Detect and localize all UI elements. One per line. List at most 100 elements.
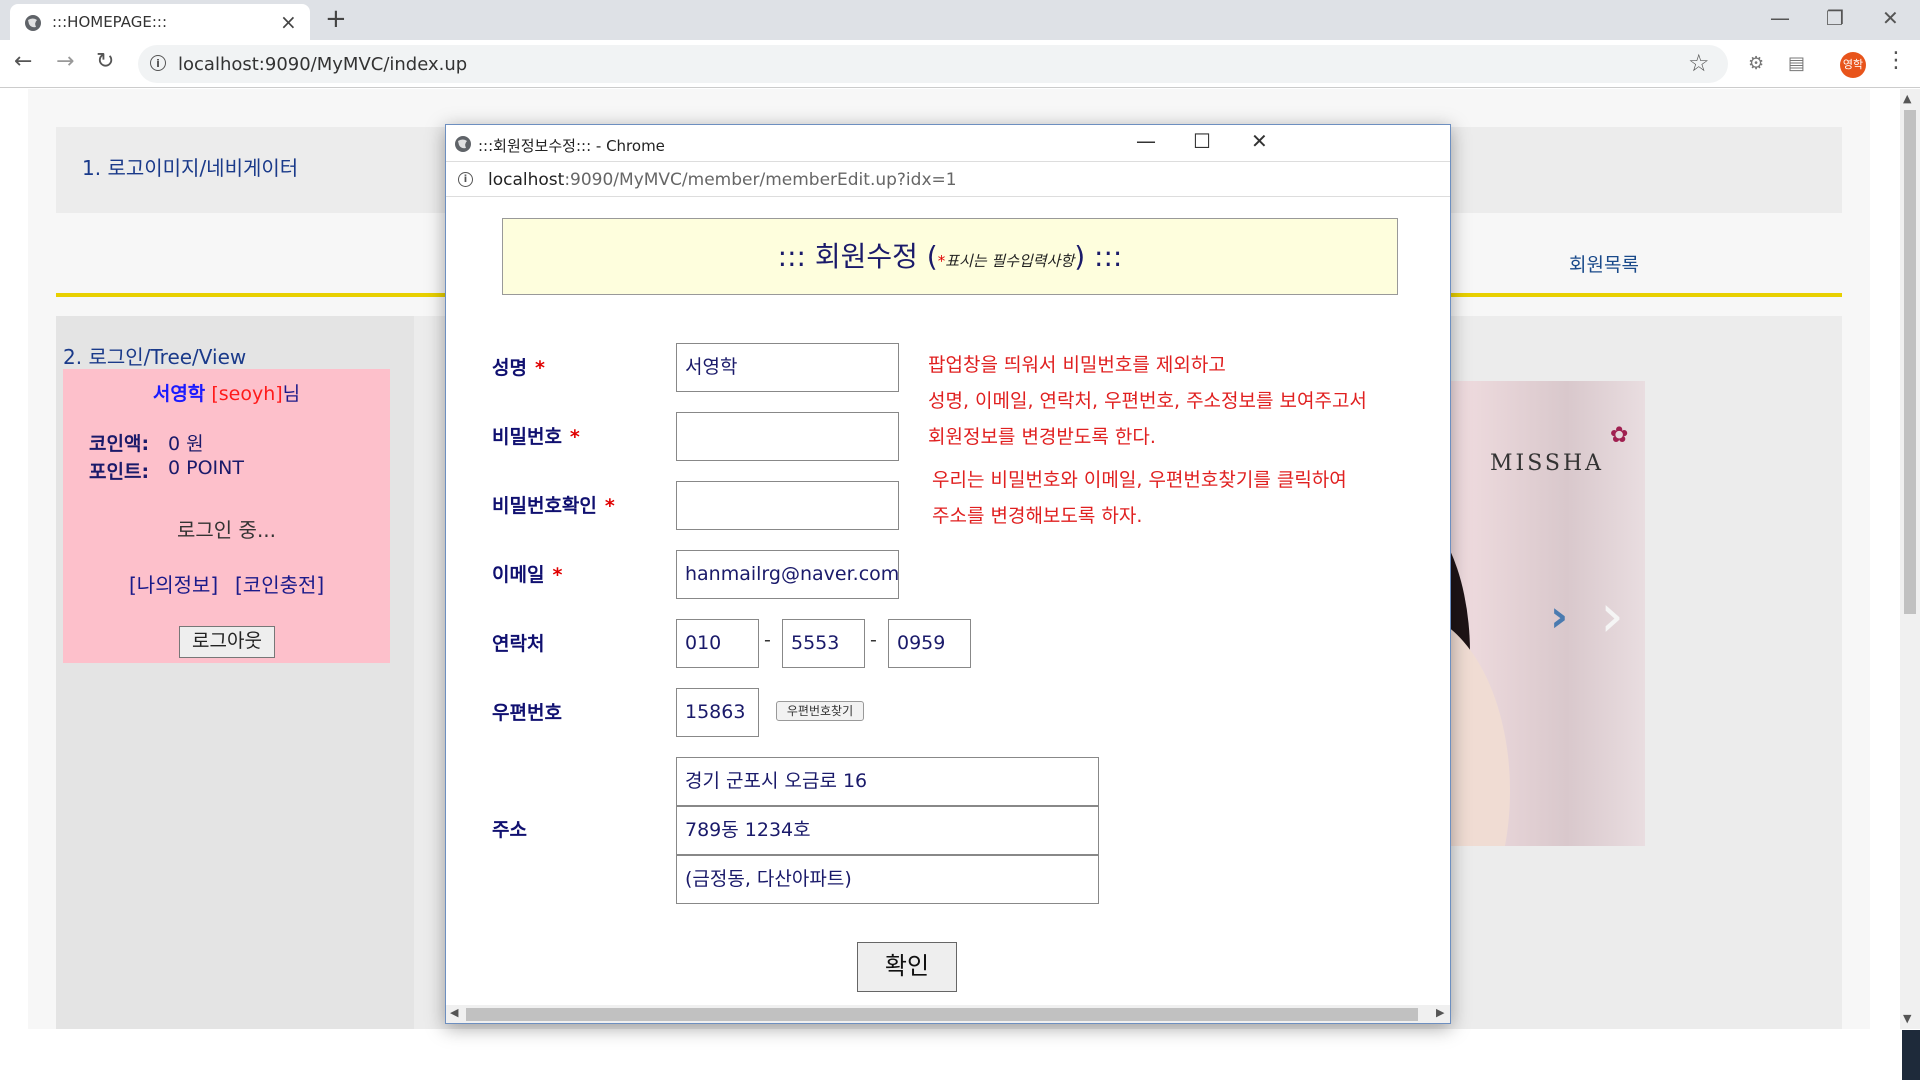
globe-icon [25,15,41,31]
popup-address-bar: i localhost:9090/MyMVC/member/memberEdit… [446,161,1450,197]
popup-maximize-icon[interactable]: ☐ [1193,129,1211,153]
instruction-note-2: 우리는 비밀번호와 이메일, 우편번호찾기를 클릭하여 주소를 변경해보도록 하… [932,462,1347,534]
member-edit-popup: :::회원정보수정::: - Chrome — ☐ ✕ i localhost:… [445,124,1451,1024]
forward-icon[interactable]: → [56,49,74,74]
address-bar[interactable]: i localhost:9090/MyMVC/index.up ☆ [138,45,1728,83]
email-field[interactable]: hanmailrg@naver.com [676,550,899,599]
banner-image: MISSHA ✿ › › [1450,381,1645,846]
required-mark: * [534,357,545,379]
scroll-up-icon[interactable]: ▲ [1903,92,1911,105]
coin-label: 코인액: [89,433,150,455]
popup-url-path: :9090/MyMVC/member/memberEdit.up?idx=1 [564,170,957,190]
heading-main: ::: 회원수정 ( [777,240,938,273]
login-status: 로그인 중... [176,518,277,542]
new-tab-icon[interactable]: + [325,4,347,34]
form-heading: ::: 회원수정 (*표시는 필수입력사항) ::: [778,235,1123,275]
required-mark: * [569,426,580,448]
my-info-link[interactable]: [나의정보] [129,569,218,598]
browser-toolbar: ← → ↻ i localhost:9090/MyMVC/index.up ☆ … [0,40,1920,88]
taskbar-edge [1902,1030,1920,1080]
point-value: 0 POINT [168,457,244,479]
name-field[interactable]: 서영학 [676,343,899,392]
password-confirm-field[interactable] [676,481,899,530]
minimize-window-icon[interactable]: — [1770,6,1790,30]
restore-window-icon[interactable]: ❐ [1826,6,1844,30]
popup-url: localhost:9090/MyMVC/member/memberEdit.u… [488,170,957,190]
close-window-icon[interactable]: ✕ [1882,6,1899,30]
zipcode-label: 우편번호 [492,702,562,724]
instruction-note: 팝업창을 띄워서 비밀번호를 제외하고 성명, 이메일, 연락처, 우편번호, … [928,347,1367,455]
address-line1-field[interactable]: 경기 군포시 오금로 16 [676,757,1099,806]
profile-avatar[interactable]: 영학 [1840,52,1866,78]
header-text: 1. 로고이미지/네비게이터 [82,156,299,180]
required-mark: * [604,495,615,517]
password-confirm-label-text: 비밀번호확인 [492,495,597,517]
form-heading-box: ::: 회원수정 (*표시는 필수입력사항) ::: [502,218,1398,295]
address-url[interactable]: localhost:9090/MyMVC/index.up [178,54,467,75]
user-name: 서영학 [152,383,206,405]
point-label: 포인트: [89,461,150,483]
user-greeting: 서영학 [seoyh]님 [63,379,390,406]
popup-minimize-icon[interactable]: — [1136,129,1156,153]
note-line: 팝업창을 띄워서 비밀번호를 제외하고 [928,354,1226,376]
popup-titlebar: :::회원정보수정::: - Chrome — ☐ ✕ [446,125,1450,161]
phone-dash: - [764,629,771,651]
login-section-title: 2. 로그인/Tree/View [63,345,247,369]
banner-model-face [1450,611,1510,846]
globe-icon [455,136,471,152]
password-field[interactable] [676,412,899,461]
phone-last-field[interactable]: 0959 [888,619,971,668]
back-icon[interactable]: ← [14,49,32,74]
page-scrollbar-thumb[interactable] [1904,110,1916,614]
info-icon[interactable]: i [150,55,166,71]
heading-note: 표시는 필수입력사항 [945,252,1075,270]
scroll-down-icon[interactable]: ▼ [1903,1012,1911,1025]
note-line: 우리는 비밀번호와 이메일, 우편번호찾기를 클릭하여 [932,469,1347,491]
find-zipcode-button[interactable]: 우편번호찾기 [776,701,864,721]
tab-close-icon[interactable]: × [280,10,297,34]
browser-tab[interactable]: :::HOMEPAGE::: × [10,4,310,40]
note-line: 주소를 변경해보도록 하자. [932,505,1143,527]
phone-prefix-field[interactable]: 010 [676,619,759,668]
popup-scrollbar-thumb[interactable] [466,1008,1418,1021]
popup-url-host: localhost [488,170,565,190]
zipcode-field[interactable]: 15863 [676,688,759,737]
reload-icon[interactable]: ↻ [96,49,114,74]
phone-middle-field[interactable]: 5553 [782,619,865,668]
popup-title: :::회원정보수정::: - Chrome [478,137,665,155]
address-line3-field[interactable]: (금정동, 다산아파트) [676,855,1099,904]
tab-strip: :::HOMEPAGE::: × + — ❐ ✕ [0,0,1920,40]
phone-dash: - [870,629,877,651]
menu-icon[interactable]: ⋮ [1885,48,1907,73]
coin-value: 0 원 [168,433,204,455]
extension-icon[interactable]: ⚙ [1748,53,1764,74]
address-label: 주소 [492,819,527,841]
note-line: 회원정보를 변경받도록 한다. [928,426,1156,448]
name-label: 성명 * [492,353,545,380]
coin-charge-link[interactable]: [코인충전] [235,569,324,598]
note-line: 성명, 이메일, 연락처, 우편번호, 주소정보를 보여주고서 [928,390,1367,412]
carousel-next-icon[interactable]: › [1600,581,1624,651]
user-id: [seoyh] [211,383,283,405]
brand-logo: MISSHA [1490,451,1605,476]
login-info-box: 서영학 [seoyh]님 코인액: 0 원 포인트: 0 POINT 로그인 중… [63,369,390,663]
password-confirm-label: 비밀번호확인 * [492,491,615,518]
info-icon[interactable]: i [458,172,473,187]
chevron-right-icon[interactable]: › [1550,591,1568,642]
popup-close-icon[interactable]: ✕ [1251,129,1268,153]
password-label: 비밀번호 * [492,422,580,449]
member-list-link[interactable]: 회원목록 [1569,250,1639,277]
name-label-text: 성명 [492,357,527,379]
confirm-button[interactable]: 확인 [857,942,957,992]
scroll-right-icon[interactable]: ▶ [1436,1006,1444,1019]
password-label-text: 비밀번호 [492,426,562,448]
logout-button[interactable]: 로그아웃 [179,626,275,658]
address-line2-field[interactable]: 789동 1234호 [676,806,1099,855]
tab-title: :::HOMEPAGE::: [52,13,168,31]
scroll-left-icon[interactable]: ◀ [450,1006,458,1019]
email-label-text: 이메일 [492,564,545,586]
required-mark: * [552,564,563,586]
cast-icon[interactable]: ▤ [1788,53,1805,74]
email-label: 이메일 * [492,560,562,587]
star-icon[interactable]: ☆ [1688,49,1710,77]
